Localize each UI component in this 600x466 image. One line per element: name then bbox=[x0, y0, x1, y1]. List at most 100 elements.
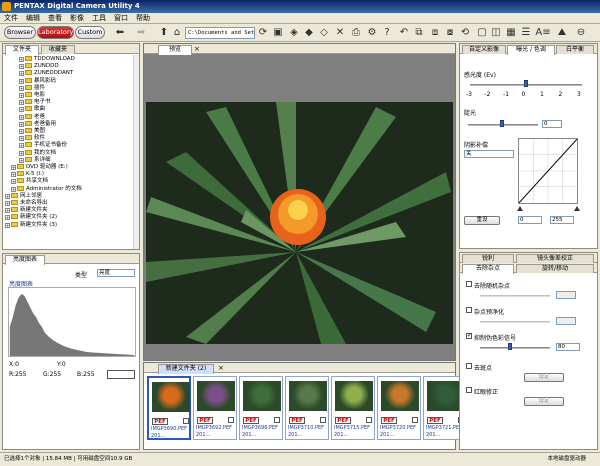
level-low-input[interactable]: 0 bbox=[518, 216, 542, 224]
noise-prefilter-slider[interactable] bbox=[480, 321, 550, 323]
menu-window[interactable]: 窗口 bbox=[110, 13, 132, 24]
dust-setting-button[interactable]: 设定 bbox=[524, 373, 564, 382]
thumbnail-item[interactable]: PEF IMGP3715.PEF 201... bbox=[331, 376, 375, 440]
expand-icon[interactable]: + bbox=[19, 85, 24, 91]
compare-icon[interactable]: ⧈ bbox=[429, 27, 441, 39]
expand-icon[interactable]: + bbox=[19, 129, 24, 134]
thumbnail-checkbox[interactable] bbox=[183, 418, 189, 424]
tree-item[interactable]: + 网上邻居 bbox=[5, 192, 42, 200]
expand-icon[interactable]: + bbox=[19, 78, 24, 84]
tree-item[interactable]: + 手机证书备份 bbox=[19, 142, 67, 149]
gear-icon[interactable]: ⚙ bbox=[366, 27, 378, 39]
expand-icon[interactable]: + bbox=[19, 64, 24, 70]
tree-item[interactable]: + 未命名导出 bbox=[5, 200, 48, 207]
tab-rotate-move[interactable]: 旋转/移动 bbox=[516, 264, 594, 273]
tree-item[interactable]: + 歌曲 bbox=[19, 106, 45, 113]
tree-scrollbar[interactable] bbox=[133, 55, 139, 249]
expand-icon[interactable]: + bbox=[5, 201, 10, 206]
shadow-select[interactable]: 关 bbox=[464, 150, 514, 158]
undo-icon[interactable]: ↶ bbox=[398, 27, 410, 39]
thumbnail-checkbox[interactable] bbox=[412, 417, 418, 423]
rotate-icon[interactable]: ⟲ bbox=[459, 27, 471, 39]
menu-tools[interactable]: 工具 bbox=[88, 13, 110, 24]
noise-prefilter-value[interactable] bbox=[556, 317, 576, 325]
expand-icon[interactable]: + bbox=[19, 71, 24, 77]
print-icon[interactable]: ⎙ bbox=[350, 27, 362, 39]
expand-icon[interactable]: + bbox=[11, 179, 16, 185]
tab-noise-removal[interactable]: 去除杂点 bbox=[462, 264, 514, 274]
expand-icon[interactable]: + bbox=[19, 57, 24, 62]
thumbnail-item[interactable]: PEF IMGP3692.PEF 201... bbox=[193, 376, 237, 440]
tab-lens-correction[interactable]: 镜头像差校正 bbox=[516, 254, 594, 263]
grid-view-icon[interactable]: ▦ bbox=[505, 27, 517, 39]
tab-exposure-tone[interactable]: 曝光 / 色调 bbox=[507, 45, 555, 55]
tab-white-balance[interactable]: 白平衡 bbox=[556, 45, 594, 54]
tree-item[interactable]: + ZUNDDD bbox=[19, 63, 59, 70]
image-view-icon[interactable]: ⛰ bbox=[556, 27, 568, 39]
tree-item[interactable]: + 电影 bbox=[19, 92, 45, 99]
tree-item[interactable]: + 老爸 bbox=[19, 113, 45, 121]
false-color-checkbox[interactable]: ✔ bbox=[466, 332, 472, 339]
tree-item[interactable]: + 新建文件夹 (3) bbox=[5, 221, 57, 229]
up-icon[interactable]: ⬆ bbox=[158, 27, 170, 39]
expand-icon[interactable]: + bbox=[5, 215, 10, 221]
false-color-slider-thumb[interactable] bbox=[508, 343, 512, 350]
tree-item[interactable]: + DVD 驱动器 (E:) bbox=[11, 164, 68, 171]
reset-button[interactable]: 重设 bbox=[464, 216, 500, 225]
random-noise-checkbox[interactable] bbox=[466, 281, 472, 287]
contrast-slider-thumb[interactable] bbox=[500, 120, 504, 127]
thumbnail-checkbox[interactable] bbox=[228, 417, 234, 423]
menu-image[interactable]: 影像 bbox=[66, 13, 88, 24]
false-color-value[interactable]: 80 bbox=[556, 343, 580, 351]
tab-histogram[interactable]: 亮度图表 bbox=[5, 255, 45, 265]
tab-preview[interactable]: 预览 bbox=[158, 45, 192, 55]
develop-icon[interactable]: ◈ bbox=[288, 27, 300, 39]
paste-icon[interactable]: ⧇ bbox=[444, 27, 456, 39]
white-point-handle[interactable] bbox=[574, 206, 580, 211]
noise-prefilter-checkbox[interactable] bbox=[466, 307, 472, 313]
thumbnail-checkbox[interactable] bbox=[320, 417, 326, 423]
dust-removal-checkbox[interactable] bbox=[466, 363, 472, 369]
expand-icon[interactable]: + bbox=[19, 100, 24, 106]
random-noise-slider[interactable] bbox=[480, 295, 550, 297]
expand-icon[interactable]: + bbox=[11, 165, 16, 170]
expand-icon[interactable]: + bbox=[19, 136, 24, 142]
home-icon[interactable]: ⌂ bbox=[171, 27, 183, 39]
expand-icon[interactable]: + bbox=[5, 193, 10, 199]
expand-icon[interactable]: + bbox=[19, 107, 24, 113]
thumbnail-item[interactable]: PEF IMGP3690.PEF 201... bbox=[147, 376, 191, 440]
tab-sharpness[interactable]: 锐利 bbox=[462, 254, 514, 263]
help-icon[interactable]: ? bbox=[381, 27, 393, 39]
exposure-slider-thumb[interactable] bbox=[524, 80, 528, 87]
tree-item[interactable]: + 插件 bbox=[19, 84, 45, 92]
laboratory-mode-button[interactable]: Laboratory bbox=[37, 26, 74, 39]
tree-item[interactable]: + ZUNEDDDANT bbox=[19, 70, 73, 77]
open-icon[interactable]: ▣ bbox=[272, 27, 284, 39]
thumbnail-item[interactable]: PEF IMGP3720.PEF 201... bbox=[377, 376, 421, 440]
tag-icon[interactable]: ◇ bbox=[318, 27, 330, 39]
histogram-type-select[interactable]: 亮度 bbox=[97, 269, 135, 277]
close-preview-icon[interactable]: × bbox=[194, 45, 200, 53]
tab-custom-image[interactable]: 自定义影像 bbox=[462, 45, 506, 54]
tab-favorites[interactable]: 收藏夹 bbox=[41, 45, 75, 54]
back-icon[interactable]: ⬅ bbox=[114, 27, 126, 39]
menu-file[interactable]: 文件 bbox=[0, 13, 22, 24]
tab-folders[interactable]: 文件夹 bbox=[5, 45, 39, 55]
menu-help[interactable]: 帮助 bbox=[132, 13, 154, 24]
false-color-slider[interactable] bbox=[480, 347, 550, 349]
menu-view[interactable]: 查看 bbox=[44, 13, 66, 24]
expand-icon[interactable]: + bbox=[19, 143, 24, 149]
random-noise-value[interactable] bbox=[556, 291, 576, 299]
tree-item[interactable]: + 新建文件夹 (2) bbox=[5, 214, 57, 221]
tab-folder-new2[interactable]: 新建文件夹 (2) bbox=[158, 364, 214, 374]
tree-item[interactable]: + 美图 bbox=[19, 128, 45, 135]
red-eye-checkbox[interactable] bbox=[466, 387, 472, 393]
tree-item[interactable]: + 老爸备用 bbox=[19, 120, 56, 128]
forward-icon[interactable]: ➡ bbox=[135, 27, 147, 39]
thumbnail-item[interactable]: PEF IMGP3696.PEF 201... bbox=[239, 376, 283, 440]
text-view-icon[interactable]: A≡ bbox=[535, 27, 551, 39]
expand-icon[interactable]: + bbox=[19, 150, 24, 156]
tree-item[interactable]: + 暴风影码 bbox=[19, 77, 56, 85]
list-view-icon[interactable]: ☰ bbox=[520, 27, 532, 39]
red-eye-setting-button[interactable]: 设定 bbox=[524, 397, 564, 406]
